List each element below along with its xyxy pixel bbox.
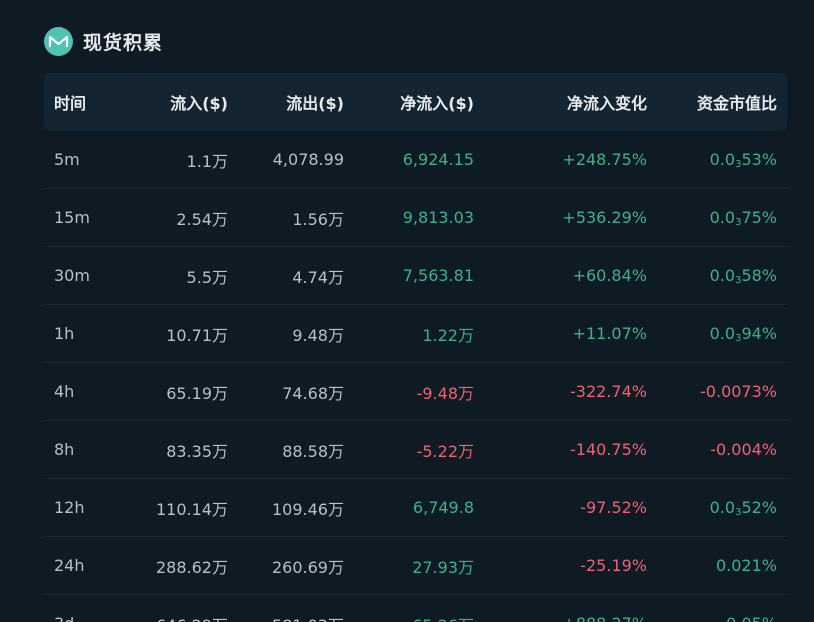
cell-outflow: 4.74万 [292,267,344,287]
table-row: 4h 65.19万 74.68万 -9.48万 -322.74% -0.0073% [44,363,787,421]
cell-inflow: 110.14万 [156,499,228,519]
table-row: 8h 83.35万 88.58万 -5.22万 -140.75% -0.004% [44,421,787,479]
table-row: 3d646.29万581.03万65.26万+888.27% 0.05% [44,595,787,622]
ratio-pre: 0.0 [709,323,736,343]
cell-fund-market-cap-ratio: 0.05% [647,614,777,622]
cell-net-inflow: 7,563.81 [402,266,474,285]
cell-time: 12h [54,498,85,517]
header-net-inflow-change[interactable]: 净流入变化 [474,90,647,114]
cell-net-inflow-change: +536.29% [562,208,647,227]
cell-fund-market-cap-ratio: -0.0073% [647,382,777,402]
header-inflow[interactable]: 流入($) [114,90,228,114]
ratio-pre: 0.0 [709,207,736,227]
cell-net-inflow: -5.22万 [416,441,474,461]
cell-fund-market-cap-ratio: 0.0358% [647,266,777,286]
cell-net-inflow: 27.93万 [412,557,474,577]
cell-outflow: 88.58万 [282,441,344,461]
header-fund-market-cap-ratio[interactable]: 资金市值比 [647,90,777,114]
cell-time: 8h [54,440,75,459]
cell-time: 5m [54,150,80,169]
cell-net-inflow: -9.48万 [416,383,474,403]
cell-inflow: 5.5万 [186,267,228,287]
cell-outflow: 1.56万 [292,209,344,229]
ratio-post: 53% [741,149,777,169]
cell-net-inflow-change: -140.75% [570,440,647,459]
cell-time: 30m [54,266,90,285]
cell-net-inflow-change: +888.27% [474,614,647,622]
m-logo-icon [44,26,73,56]
cell-net-inflow-change: -25.19% [580,556,647,575]
cell-net-inflow-change: -322.74% [570,382,647,401]
header-time[interactable]: 时间 [44,90,114,114]
accumulation-table: 时间 流入($) 流出($) 净流入($) 净流入变化 资金市值比 5m 1.1万… [44,73,787,622]
cell-outflow: 581.03万 [228,612,344,622]
table-row: 1h 10.71万 9.48万 1.22万 +11.07% 0.0394% [44,305,787,363]
table-row: 5m 1.1万 4,078.99 6,924.15 +248.75% 0.0353% [44,131,787,189]
table-body: 5m 1.1万 4,078.99 6,924.15 +248.75% 0.0353% 15m… [44,131,787,622]
cell-fund-market-cap-ratio: 0.021% [647,556,777,576]
ratio-post: 94% [741,323,777,343]
spot-accumulation-panel: 现货积累 时间 流入($) 流出($) 净流入($) 净流入变化 资金市值比 5… [0,0,814,622]
cell-inflow: 65.19万 [166,383,228,403]
cell-outflow: 74.68万 [282,383,344,403]
cell-fund-market-cap-ratio: 0.0394% [647,324,777,344]
cell-fund-market-cap-ratio: 0.0353% [647,150,777,170]
ratio-pre: -0.0073% [700,381,777,401]
header-outflow[interactable]: 流出($) [228,90,344,114]
header-net-inflow[interactable]: 净流入($) [344,90,474,114]
cell-outflow: 109.46万 [272,499,344,519]
cell-fund-market-cap-ratio: -0.004% [647,440,777,460]
cell-outflow: 260.69万 [272,557,344,577]
ratio-pre: -0.004% [710,439,777,459]
table-row: 24h 288.62万 260.69万 27.93万 -25.19% 0.021% [44,537,787,595]
ratio-pre: 0.0 [709,149,736,169]
ratio-post: 75% [741,207,777,227]
cell-outflow: 9.48万 [292,325,344,345]
ratio-pre: 0.0 [709,265,736,285]
ratio-pre: 0.0 [709,497,736,517]
cell-time: 24h [54,556,85,575]
ratio-post: 52% [741,497,777,517]
cell-net-inflow: 1.22万 [422,325,474,345]
cell-net-inflow: 6,924.15 [402,150,474,169]
cell-net-inflow-change: -97.52% [580,498,647,517]
ratio-pre: 0.05% [726,614,777,622]
cell-fund-market-cap-ratio: 0.0352% [647,498,777,518]
table-row: 15m 2.54万 1.56万 9,813.03 +536.29% 0.0375% [44,189,787,247]
cell-inflow: 646.29万 [114,612,228,622]
cell-inflow: 2.54万 [176,209,228,229]
panel-title: 现货积累 [83,31,164,54]
cell-inflow: 1.1万 [186,151,228,171]
cell-net-inflow: 65.26万 [344,612,474,622]
cell-time: 3d [44,614,114,622]
cell-net-inflow: 6,749.8 [412,498,474,517]
cell-net-inflow-change: +248.75% [562,150,647,169]
cell-inflow: 83.35万 [166,441,228,461]
cell-outflow: 4,078.99 [272,150,344,169]
ratio-post: 58% [741,265,777,285]
ratio-pre: 0.021% [715,555,777,575]
cell-time: 15m [54,208,90,227]
cell-net-inflow-change: +11.07% [572,324,647,343]
panel-header: 现货积累 [44,26,163,56]
cell-net-inflow-change: +60.84% [572,266,647,285]
table-header-row: 时间 流入($) 流出($) 净流入($) 净流入变化 资金市值比 [44,73,787,131]
cell-inflow: 10.71万 [166,325,228,345]
cell-net-inflow: 9,813.03 [402,208,474,227]
cell-time: 4h [54,382,75,401]
cell-inflow: 288.62万 [156,557,228,577]
table-row: 30m 5.5万 4.74万 7,563.81 +60.84% 0.0358% [44,247,787,305]
cell-fund-market-cap-ratio: 0.0375% [647,208,777,228]
cell-time: 1h [54,324,75,343]
table-row: 12h 110.14万 109.46万 6,749.8 -97.52% 0.0352% [44,479,787,537]
